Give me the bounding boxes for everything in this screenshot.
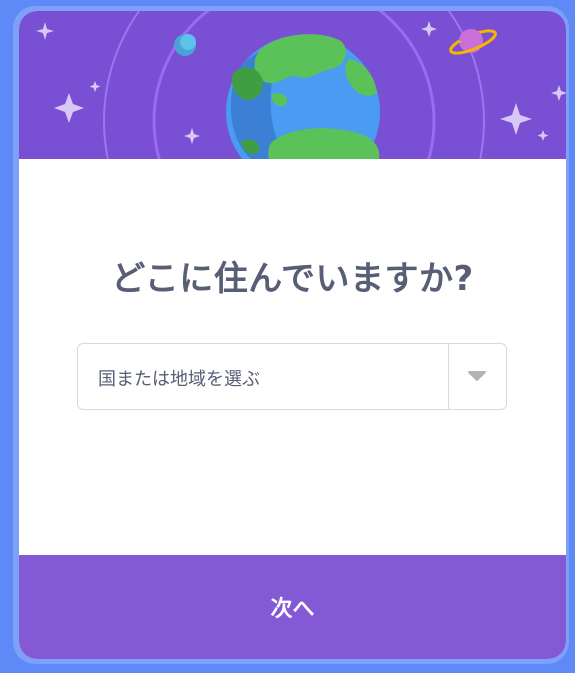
location-dialog: どこに住んでいますか? 国または地域を選ぶ 次へ <box>19 11 566 659</box>
moon-icon <box>174 34 196 56</box>
dialog-title: どこに住んでいますか? <box>111 259 474 299</box>
earth-icon <box>226 34 380 159</box>
space-banner <box>19 11 566 159</box>
next-button-label: 次へ <box>270 597 315 622</box>
select-divider <box>448 344 449 409</box>
country-select[interactable]: 国または地域を選ぶ <box>77 343 507 410</box>
next-button[interactable]: 次へ <box>19 555 566 659</box>
country-select-placeholder: 国または地域を選ぶ <box>98 369 260 390</box>
space-illustration <box>36 11 566 159</box>
chevron-down-icon[interactable] <box>467 370 487 382</box>
planet-icon <box>449 29 497 55</box>
